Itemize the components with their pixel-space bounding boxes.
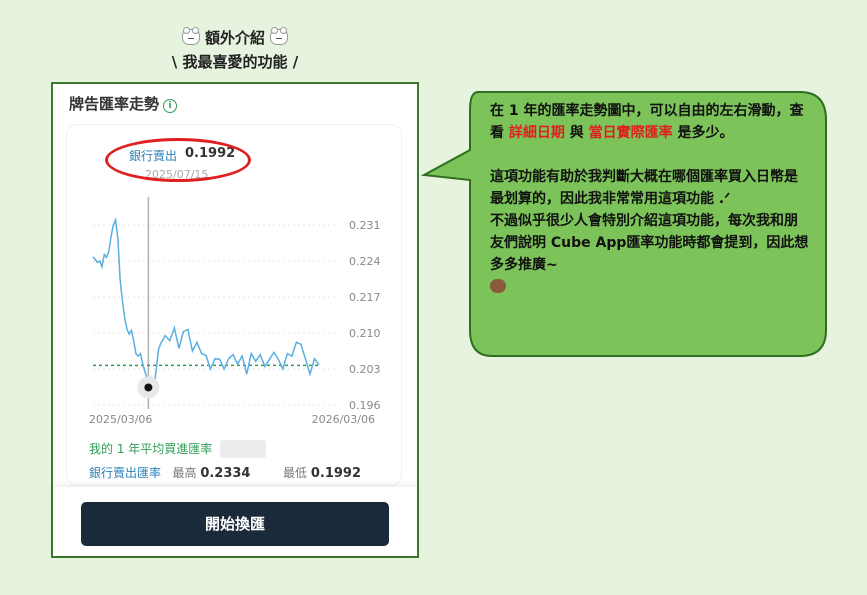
bubble-p3-text: 不過似乎很少人會特別介紹這項功能，每次我和朋友們說明 Cube App匯率功能時… — [490, 213, 809, 273]
bubble-paragraph-3: 不過似乎很少人會特別介紹這項功能，每次我和朋友們說明 Cube App匯率功能時… — [490, 210, 810, 276]
bubble-text: 在 1 年的匯率走勢圖中，可以自由的左右滑動，查看 詳細日期 與 當日實際匯率 … — [490, 100, 810, 298]
bubble-highlight-rate: 當日實際匯率 — [588, 125, 673, 141]
bubble-paragraph-1: 在 1 年的匯率走勢圖中，可以自由的左右滑動，查看 詳細日期 與 當日實際匯率 … — [490, 100, 810, 144]
bubble-p1-end: 是多少。 — [677, 125, 734, 141]
bubble-highlight-date: 詳細日期 — [508, 125, 565, 141]
brown-bear-icon — [490, 279, 506, 293]
bubble-p1-and: 與 — [569, 125, 584, 141]
bubble-paragraph-2: 這項功能有助於我判斷大概在哪個匯率買入日幣是最划算的，因此我非常常用這項功能 .… — [490, 169, 798, 207]
